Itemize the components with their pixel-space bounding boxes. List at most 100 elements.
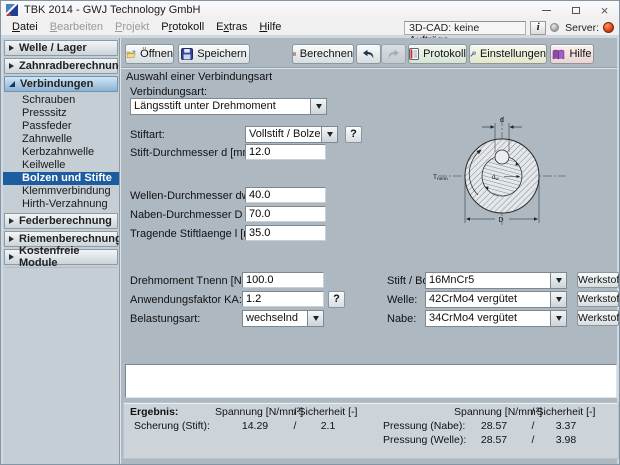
sidebar-item-schrauben[interactable]: Schrauben xyxy=(3,94,119,107)
pin-connection-diagram: d D Tnenn dw xyxy=(432,102,582,252)
belastungsart-label: Belastungsart: xyxy=(130,313,200,325)
menu-datei[interactable]: Datei xyxy=(6,21,44,33)
sidebar-section-welle-lager[interactable]: Welle / Lager xyxy=(4,40,118,56)
dim-D-label: D xyxy=(499,217,504,224)
sidebar-item-passfeder[interactable]: Passfeder xyxy=(3,120,119,133)
sidebar-item-zahnwelle[interactable]: Zahnwelle xyxy=(3,133,119,146)
info-button[interactable]: i xyxy=(530,21,546,35)
document-icon xyxy=(409,48,419,60)
sidebar-item-hirth-verzahnung[interactable]: Hirth-Verzahnung xyxy=(3,198,119,211)
sidebar-section-kostenfreie-module[interactable]: Kostenfreie Module xyxy=(4,249,118,265)
app-window: TBK 2014 - GWJ Technology GmbH × Datei B… xyxy=(0,0,620,465)
close-icon: × xyxy=(601,4,609,17)
dropdown-button[interactable] xyxy=(550,272,567,289)
chevron-down-icon xyxy=(556,278,562,283)
calculate-label: Berechnen xyxy=(300,48,353,60)
minimize-icon xyxy=(542,10,551,11)
naben-durchmesser-input[interactable] xyxy=(245,206,326,222)
nabe-select[interactable]: 34CrMo4 vergütet xyxy=(425,310,567,327)
sidebar-empty-area xyxy=(5,267,117,462)
nabe-werkstoff-button[interactable]: Werkstoff xyxy=(577,310,619,326)
cad-status-led xyxy=(550,23,559,32)
sidebar-item-presssitz[interactable]: Presssitz xyxy=(3,107,119,120)
menu-protokoll[interactable]: Protokoll xyxy=(155,21,210,33)
calculate-button[interactable]: Berechnen xyxy=(292,44,354,64)
spannung-header-left: Spannung [N/mm²] xyxy=(215,406,295,418)
undo-icon xyxy=(362,49,375,60)
minimize-button[interactable] xyxy=(532,1,561,19)
help-label: Hilfe xyxy=(569,48,591,60)
stift-bolzen-select[interactable]: 16MnCr5 xyxy=(425,272,567,289)
sidebar-section-federberechnung[interactable]: Federberechnung xyxy=(4,213,118,229)
settings-label: Einstellungen xyxy=(480,48,546,60)
chevron-down-icon xyxy=(556,316,562,321)
menu-projekt[interactable]: Projekt xyxy=(109,21,155,33)
result-row-label: Pressung (Nabe): xyxy=(383,420,465,432)
sidebar-item-bolzen-und-stifte[interactable]: Bolzen und Stifte xyxy=(3,172,119,185)
help-button[interactable]: Hilfe xyxy=(550,44,594,64)
collapsed-arrow-icon xyxy=(9,63,14,69)
dropdown-button[interactable] xyxy=(310,98,327,115)
sidebar-section-zahnradberechnung[interactable]: Zahnradberechnung xyxy=(4,58,118,74)
close-button[interactable]: × xyxy=(590,1,619,19)
section-label: Verbindungen xyxy=(20,78,93,90)
section-label: Kostenfreie Module xyxy=(19,245,117,269)
drehmoment-input[interactable] xyxy=(242,272,324,288)
result-row-label: Scherung (Stift): xyxy=(134,420,210,432)
menu-extras[interactable]: Extras xyxy=(210,21,253,33)
protocol-button[interactable]: Protokoll xyxy=(408,44,467,64)
welle-select[interactable]: 42CrMo4 vergütet xyxy=(425,291,567,308)
anwendungsfaktor-input[interactable] xyxy=(242,291,324,307)
sicherheit-header-left: Sicherheit [-] xyxy=(296,406,360,418)
verbindungen-item-list: Schrauben Presssitz Passfeder Zahnwelle … xyxy=(3,94,119,211)
results-panel: Ergebnis: Spannung [N/mm²] / Sicherheit … xyxy=(123,402,619,459)
dropdown-button[interactable] xyxy=(321,126,338,143)
menu-hilfe[interactable]: Hilfe xyxy=(253,21,287,33)
redo-icon xyxy=(387,49,400,60)
sidebar-item-klemmverbindung[interactable]: Klemmverbindung xyxy=(3,185,119,198)
undo-button[interactable] xyxy=(356,44,381,64)
title-bar: TBK 2014 - GWJ Technology GmbH × xyxy=(1,1,619,19)
stiftart-select[interactable]: Vollstift / Bolzen xyxy=(245,126,338,143)
open-button[interactable]: Öffnen xyxy=(125,44,174,64)
cad-status-field: 3D-CAD: keine Aufträge xyxy=(404,21,526,35)
sidebar-section-verbindungen[interactable]: Verbindungen xyxy=(4,76,118,92)
sidebar-item-kerbzahnwelle[interactable]: Kerbzahnwelle xyxy=(3,146,119,159)
menu-bearbeiten[interactable]: Bearbeiten xyxy=(44,21,109,33)
belastungsart-select[interactable]: wechselnd xyxy=(242,310,324,327)
dropdown-button[interactable] xyxy=(550,310,567,327)
stift-durchmesser-input[interactable] xyxy=(245,144,326,160)
dropdown-button[interactable] xyxy=(550,291,567,308)
calculator-icon xyxy=(293,48,296,60)
dim-d-label: d xyxy=(500,117,504,124)
toolbar-separator xyxy=(121,67,617,69)
collapsed-arrow-icon xyxy=(9,236,14,242)
shaft-diameter-label: dw xyxy=(492,175,499,181)
stift-werkstoff-button[interactable]: Werkstoff xyxy=(577,272,619,288)
redo-button[interactable] xyxy=(381,44,406,64)
message-box xyxy=(125,364,617,398)
server-status-led xyxy=(603,22,614,33)
section-label: Riemenberechnung xyxy=(19,233,120,245)
welle-werkstoff-button[interactable]: Werkstoff xyxy=(577,291,619,307)
stiftlaenge-input[interactable] xyxy=(245,225,326,241)
settings-button[interactable]: Einstellungen xyxy=(469,44,547,64)
maximize-button[interactable] xyxy=(561,1,590,19)
wellen-durchmesser-input[interactable] xyxy=(245,187,326,203)
save-button[interactable]: Speichern xyxy=(178,44,250,64)
expanded-arrow-icon xyxy=(9,81,15,87)
chevron-down-icon xyxy=(316,104,322,109)
app-logo-icon xyxy=(5,3,19,17)
collapsed-arrow-icon xyxy=(9,45,14,51)
menu-bar: Datei Bearbeiten Projekt Protokoll Extra… xyxy=(1,19,619,36)
anwendungsfaktor-help-button[interactable]: ? xyxy=(328,291,345,308)
welle-label: Welle: xyxy=(387,294,417,306)
stiftart-help-button[interactable]: ? xyxy=(345,126,362,143)
window-title: TBK 2014 - GWJ Technology GmbH xyxy=(24,4,200,16)
open-folder-icon xyxy=(126,49,136,60)
verbindungsart-select[interactable]: Längsstift unter Drehmoment xyxy=(130,98,327,115)
save-label: Speichern xyxy=(197,48,247,60)
nabe-label: Nabe: xyxy=(387,313,416,325)
dropdown-button[interactable] xyxy=(307,310,324,327)
sidebar-item-keilwelle[interactable]: Keilwelle xyxy=(3,159,119,172)
